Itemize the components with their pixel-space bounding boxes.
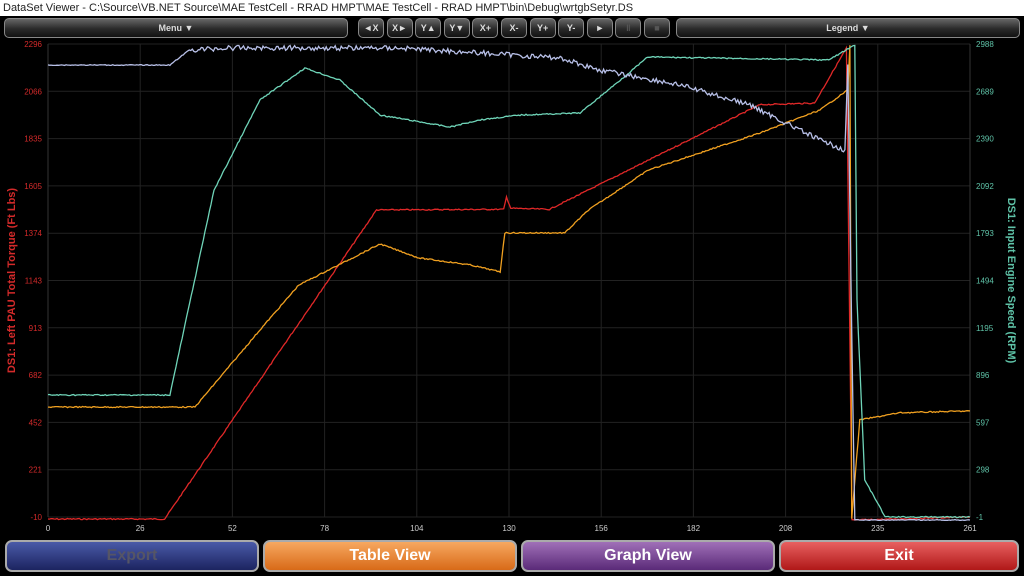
x-tick-label: 104 <box>410 524 424 533</box>
y-right-axis-label: DS1: Input Engine Speed (RPM) <box>1005 198 1017 364</box>
x-tick-label: 208 <box>779 524 793 533</box>
y-down-button[interactable]: Y▼ <box>443 18 470 38</box>
y-right-tick-label: 597 <box>976 418 990 427</box>
y-right-tick-label: 2689 <box>976 87 994 96</box>
y-right-tick-label: 1793 <box>976 229 994 238</box>
y-left-tick-label: 1374 <box>24 229 42 238</box>
x-tick-label: 78 <box>320 524 329 533</box>
y-right-tick-label: 1494 <box>976 277 994 286</box>
y-left-tick-label: 2066 <box>24 87 42 96</box>
y-left-tick-label: 913 <box>29 324 43 333</box>
chart[interactable]: 0 26 52 78 104 130 156 182 208 235 261 2296 2988 2066… <box>0 40 1024 540</box>
y-right-tick-label: -1 <box>976 513 984 522</box>
stop-button[interactable]: ■ <box>644 18 670 38</box>
y-zoom-in-button[interactable]: Y+ <box>529 18 556 38</box>
export-button[interactable]: Export <box>5 540 259 572</box>
y-right-tick-label: 298 <box>976 466 990 475</box>
x-tick-label: 52 <box>228 524 237 533</box>
exit-button[interactable]: Exit <box>779 540 1019 572</box>
x-tick-label: 156 <box>595 524 609 533</box>
y-zoom-out-button[interactable]: Y- <box>558 18 585 38</box>
pan-left-button[interactable]: ◄X <box>358 18 384 38</box>
x-zoom-out-button[interactable]: X- <box>501 18 527 38</box>
x-tick-label: 130 <box>502 524 516 533</box>
window-title: DataSet Viewer - C:\Source\VB.NET Source… <box>3 2 634 14</box>
y-right-tick-label: 1195 <box>976 324 994 333</box>
y-left-tick-label: 452 <box>29 418 43 427</box>
y-right-tick-label: 2092 <box>976 182 994 191</box>
pause-button[interactable]: ‖ <box>615 18 642 38</box>
y-left-tick-label: -10 <box>30 513 42 522</box>
app-area: Menu ▼ ◄X X► Y▲ Y▼ X+ X- Y+ Y- ► ‖ ■ Legend ▼ 0 26 5… <box>0 16 1024 576</box>
y-right-tick-label: 2390 <box>976 135 994 144</box>
pan-right-button[interactable]: X► <box>386 18 413 38</box>
legend-button[interactable]: Legend ▼ <box>676 18 1020 38</box>
y-left-tick-label: 1605 <box>24 182 42 191</box>
y-left-tick-label: 1835 <box>24 135 42 144</box>
x-tick-label: 0 <box>46 524 51 533</box>
menu-button[interactable]: Menu ▼ <box>4 18 348 38</box>
graph-view-button[interactable]: Graph View <box>521 540 775 572</box>
x-tick-label: 182 <box>687 524 701 533</box>
y-right-tick-label: 896 <box>976 371 990 380</box>
x-tick-label: 26 <box>136 524 145 533</box>
play-button[interactable]: ► <box>586 18 613 38</box>
y-left-tick-label: 2296 <box>24 40 42 49</box>
y-left-tick-label: 1143 <box>25 277 43 286</box>
y-right-tick-label: 2988 <box>976 40 994 49</box>
y-left-axis-label: DS1: Left PAU Total Torque (Ft Lbs) <box>6 188 18 373</box>
y-left-tick-label: 221 <box>29 466 43 475</box>
x-tick-label: 235 <box>871 524 885 533</box>
y-up-button[interactable]: Y▲ <box>415 18 442 38</box>
table-view-button[interactable]: Table View <box>263 540 517 572</box>
y-left-tick-label: 682 <box>29 371 43 380</box>
x-tick-label: 261 <box>963 524 977 533</box>
x-zoom-in-button[interactable]: X+ <box>472 18 499 38</box>
